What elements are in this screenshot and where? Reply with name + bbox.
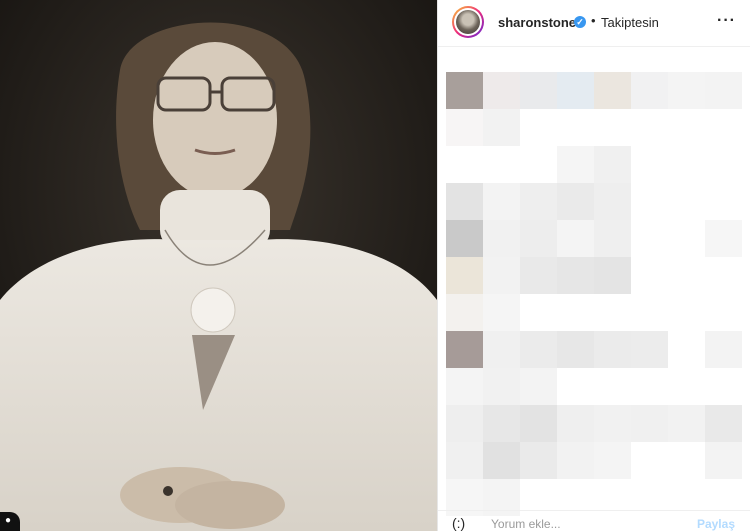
blur-block [446,257,483,294]
blur-block [483,109,520,146]
post-side-panel: sharonstone ✓ • Takiptesin ··· (:) Yorum… [438,0,750,531]
blur-block [446,331,483,368]
blur-block [483,405,520,442]
blur-block [520,368,557,405]
blur-block [483,257,520,294]
blur-block [520,72,557,109]
blur-block [446,442,483,479]
blur-block [520,331,557,368]
post-header: sharonstone ✓ • Takiptesin ··· [438,0,750,47]
blur-block [705,405,742,442]
blur-block [557,257,594,294]
blur-block [594,442,631,479]
blur-block [483,72,520,109]
blur-block [520,220,557,257]
blur-block [594,146,631,183]
post-photo[interactable]: ✝ [0,0,437,531]
blur-block [446,405,483,442]
blur-block [446,72,483,109]
follow-status-button[interactable]: Takiptesin [601,15,659,30]
blur-block [668,72,705,109]
blur-block [483,331,520,368]
blur-block [557,331,594,368]
separator-dot: • [591,13,596,28]
blur-block [557,183,594,220]
blur-block [594,220,631,257]
blur-block [446,109,483,146]
blur-block [520,183,557,220]
emoji-icon[interactable]: (:) [452,515,465,531]
avatar-image [456,10,480,34]
blur-block [594,257,631,294]
blur-block [483,220,520,257]
more-options-icon[interactable]: ··· [717,12,736,30]
blur-block [446,294,483,331]
blur-block [557,72,594,109]
blur-block [594,405,631,442]
blur-block [631,405,668,442]
photo-illustration: ✝ [0,0,437,531]
comment-bar: (:) Yorum ekle... Paylaş [438,510,750,532]
blur-block [446,220,483,257]
blur-block [594,183,631,220]
blur-block [705,72,742,109]
blur-block [483,442,520,479]
blur-block [446,183,483,220]
blur-block [705,331,742,368]
blur-block [483,183,520,220]
blur-block [557,405,594,442]
blur-block [520,257,557,294]
blur-block [594,331,631,368]
blur-block [520,405,557,442]
blur-block [483,294,520,331]
blur-block [557,146,594,183]
blur-block [446,368,483,405]
blur-block [705,220,742,257]
verified-badge-icon: ✓ [574,16,586,28]
blur-block [631,72,668,109]
blur-block [668,405,705,442]
share-button[interactable]: Paylaş [697,517,735,531]
blur-block [557,442,594,479]
blur-block [520,442,557,479]
blurred-comments-area [446,72,746,516]
user-icon[interactable]: ● [0,512,20,531]
blur-block [705,442,742,479]
blur-block [557,220,594,257]
blur-block [483,368,520,405]
blur-block [631,331,668,368]
comment-input[interactable]: Yorum ekle... [491,517,561,531]
avatar[interactable] [452,6,484,38]
blur-block [594,72,631,109]
username-link[interactable]: sharonstone [498,15,576,30]
